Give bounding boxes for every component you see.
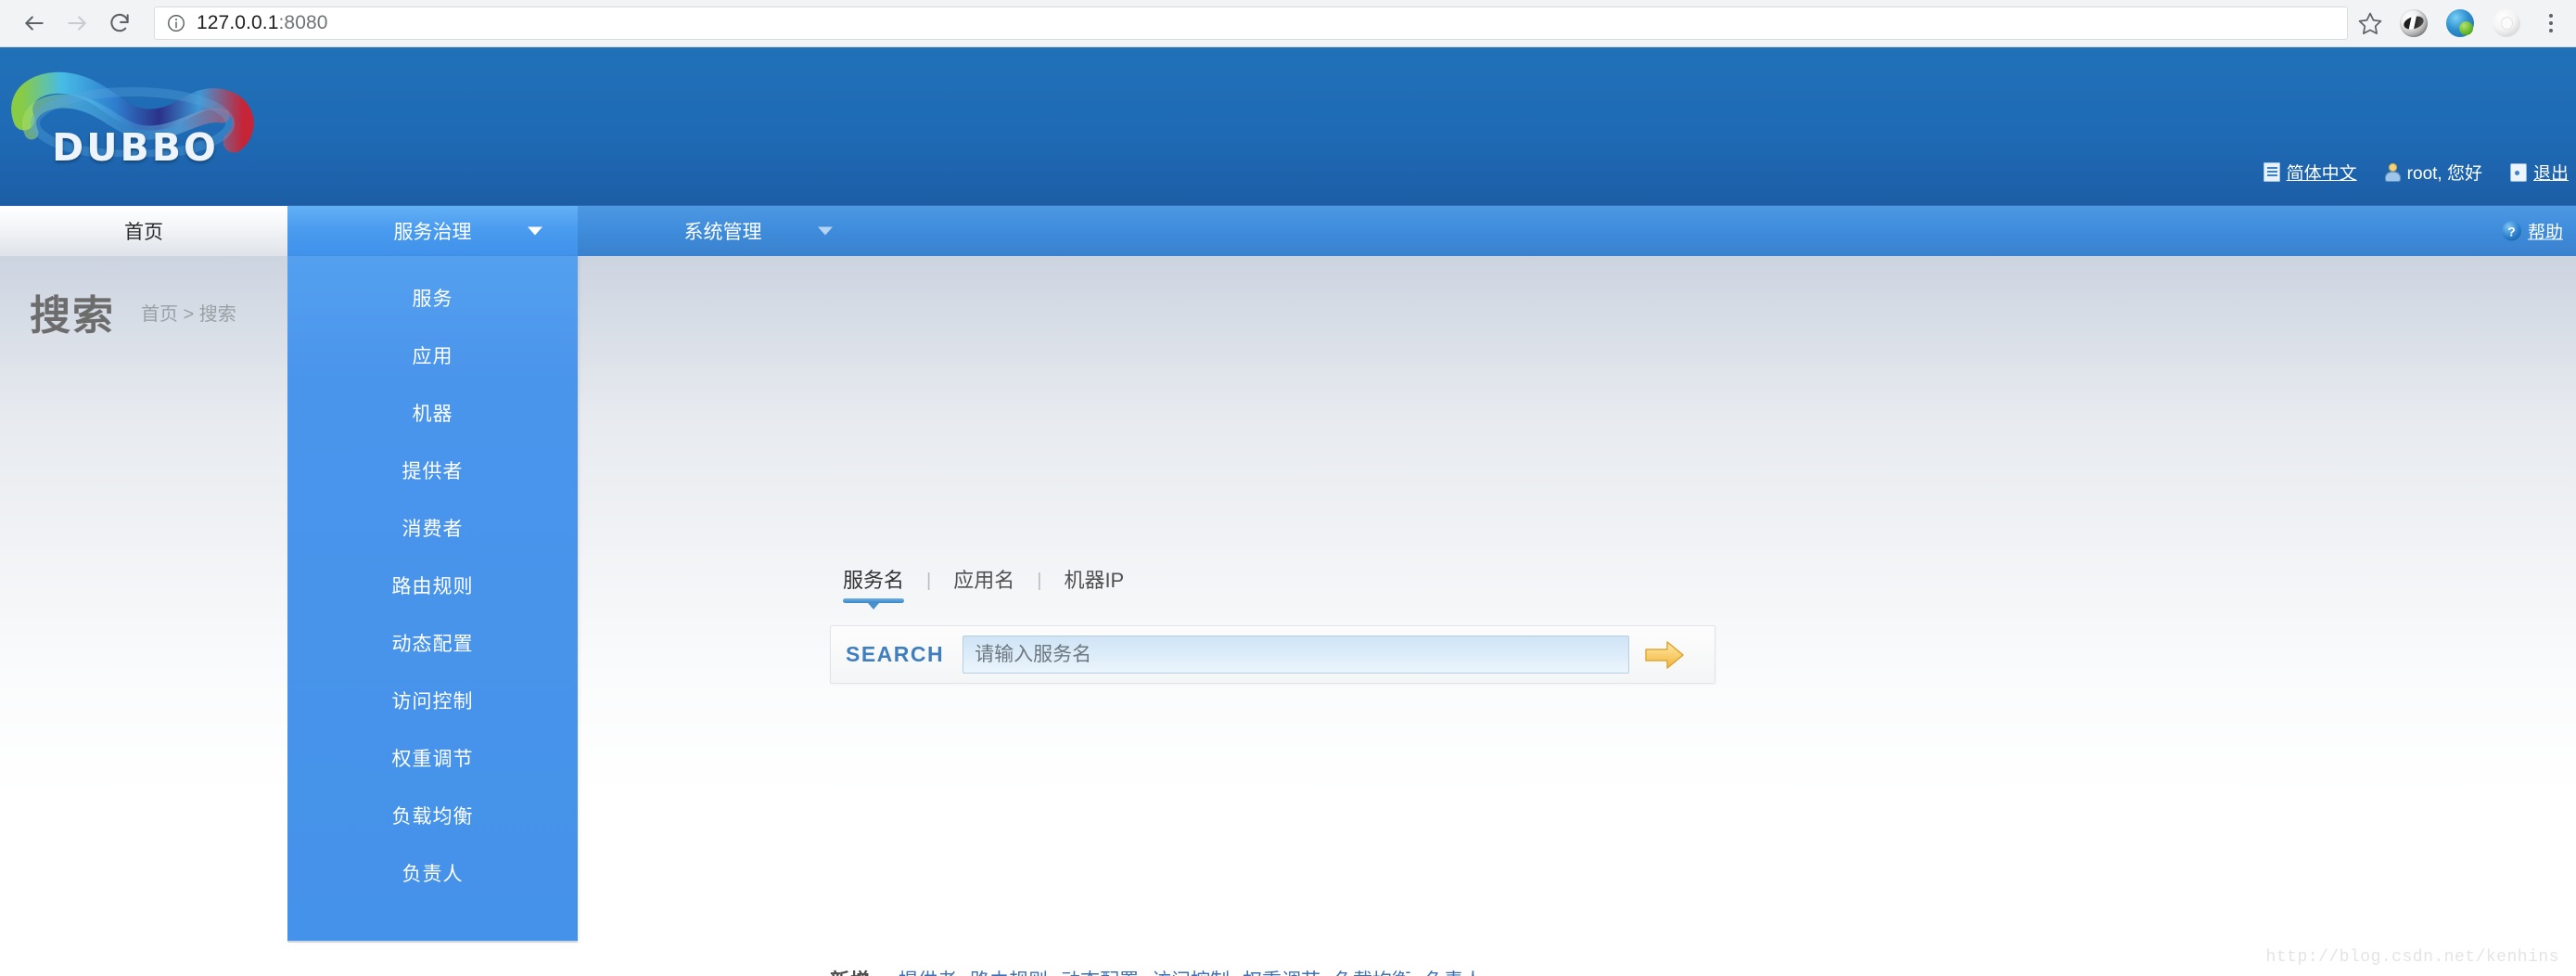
- tab-separator: |: [1037, 571, 1042, 591]
- search-input[interactable]: [963, 636, 1629, 674]
- add-link-routing-rule[interactable]: 路由规则: [970, 966, 1048, 976]
- chevron-down-icon: [818, 226, 833, 236]
- sidebar-item-label: 应用: [412, 346, 453, 367]
- add-link-dynamic-config[interactable]: 动态配置: [1061, 966, 1139, 976]
- reload-button[interactable]: [98, 2, 141, 45]
- sidebar-item-weight-adjust[interactable]: 权重调节: [287, 729, 578, 787]
- sidebar-item-provider[interactable]: 提供者: [287, 442, 578, 499]
- sidebar-item-label: 权重调节: [391, 749, 474, 770]
- tab-machine-ip[interactable]: 机器IP: [1051, 564, 1137, 603]
- page-title-strip: 搜索 首页 > 搜索: [0, 256, 287, 367]
- url-host: 127.0.0.1: [197, 12, 279, 33]
- sidebar-item-label: 服务: [412, 289, 453, 310]
- language-label: 简体中文: [2286, 164, 2357, 184]
- main-navbar: 首页 服务治理 系统管理 ? 帮助: [0, 205, 2576, 256]
- watermark: http://blog.csdn.net/kenhins: [2265, 948, 2559, 967]
- search-label: SEARCH: [846, 642, 945, 666]
- search-submit-button[interactable]: [1629, 625, 1700, 684]
- help-label: 帮助: [2527, 223, 2563, 243]
- help-link[interactable]: ? 帮助: [2501, 219, 2563, 244]
- tab-service-name[interactable]: 服务名: [830, 564, 917, 603]
- sidebar-item-machine[interactable]: 机器: [287, 384, 578, 442]
- search-box: SEARCH: [830, 625, 1715, 684]
- sidebar-item-consumer[interactable]: 消费者: [287, 499, 578, 557]
- extension-icon-2[interactable]: [2446, 9, 2474, 37]
- sidebar-item-application[interactable]: 应用: [287, 327, 578, 384]
- site-header: DUBBO 简体中文 root, 您好 退出: [0, 47, 2576, 205]
- add-link-provider[interactable]: 提供者: [899, 966, 957, 976]
- nav-item-home[interactable]: 首页: [0, 206, 287, 256]
- logout-link[interactable]: 退出: [2509, 160, 2569, 185]
- nav-item-system-management-label: 系统管理: [683, 222, 762, 243]
- forward-button[interactable]: [56, 2, 98, 45]
- dubbo-logo[interactable]: DUBBO: [0, 47, 271, 205]
- sidebar-item-load-balance[interactable]: 负载均衡: [287, 787, 578, 844]
- nav-item-service-governance-label: 服务治理: [393, 222, 472, 243]
- sidebar-item-label: 消费者: [402, 519, 464, 540]
- breadcrumb: 首页 > 搜索: [141, 303, 236, 325]
- browser-toolbar: 127.0.0.1:8080: [0, 0, 2576, 47]
- sidebar-item-label: 负责人: [402, 864, 464, 885]
- question-mark-icon: ?: [2501, 221, 2521, 241]
- nav-item-service-governance[interactable]: 服务治理: [287, 206, 578, 256]
- add-link-load-balance[interactable]: 负载均衡: [1333, 966, 1411, 976]
- address-bar[interactable]: 127.0.0.1:8080: [154, 6, 2348, 40]
- sidebar-item-label: 路由规则: [391, 576, 474, 597]
- user-greeting: root, 您好: [2384, 160, 2482, 185]
- url-text: 127.0.0.1:8080: [197, 12, 328, 34]
- sidebar-item-access-control[interactable]: 访问控制: [287, 672, 578, 729]
- back-button[interactable]: [13, 2, 56, 45]
- tab-application-name[interactable]: 应用名: [940, 564, 1027, 603]
- sidebar-item-label: 负载均衡: [391, 806, 474, 828]
- sidebar-item-owner[interactable]: 负责人: [287, 844, 578, 902]
- add-links-row: 新增: 提供者 路由规则 动态配置 访问控制 权重调节 负载均衡 负责人: [830, 966, 1483, 976]
- add-row-key: 新增:: [830, 966, 878, 976]
- page-body: 搜索 首页 > 搜索 服务 应用 机器 提供者 消费者 路由规则 动态配置 访问…: [0, 256, 2576, 976]
- dubbo-logo-text: DUBBO: [52, 125, 219, 170]
- sidebar-item-service[interactable]: 服务: [287, 269, 578, 327]
- service-governance-dropdown: 服务 应用 机器 提供者 消费者 路由规则 动态配置 访问控制 权重调节 负载均…: [287, 256, 578, 943]
- language-switcher[interactable]: 简体中文: [2263, 160, 2357, 185]
- sidebar-item-routing-rule[interactable]: 路由规则: [287, 557, 578, 614]
- sidebar-item-label: 动态配置: [391, 634, 474, 655]
- search-tabs: 服务名 | 应用名 | 机器IP: [830, 564, 1813, 603]
- user-icon: [2384, 162, 2401, 182]
- tab-separator: |: [926, 571, 932, 591]
- info-circle-icon[interactable]: [166, 13, 186, 33]
- tab-service-name-label: 服务名: [843, 569, 905, 592]
- add-link-owner[interactable]: 负责人: [1424, 966, 1483, 976]
- url-port: :8080: [278, 12, 328, 33]
- tab-machine-ip-label: 机器IP: [1064, 569, 1125, 592]
- page-title: 搜索: [30, 293, 115, 339]
- document-icon: [2263, 162, 2280, 182]
- extension-icon-3[interactable]: [2493, 9, 2520, 37]
- tab-active-underline: [843, 598, 905, 603]
- user-greeting-label: root, 您好: [2406, 164, 2482, 184]
- extension-icon-1[interactable]: [2400, 9, 2428, 37]
- sidebar-item-label: 访问控制: [391, 691, 474, 713]
- nav-item-system-management[interactable]: 系统管理: [578, 206, 868, 256]
- exit-door-icon: [2509, 162, 2527, 182]
- logout-label: 退出: [2532, 164, 2569, 184]
- search-panel: 服务名 | 应用名 | 机器IP SEARCH: [830, 564, 1813, 684]
- add-link-weight-adjust[interactable]: 权重调节: [1243, 966, 1320, 976]
- tab-application-name-label: 应用名: [953, 569, 1015, 592]
- sidebar-item-label: 提供者: [402, 461, 464, 482]
- chevron-down-icon: [528, 226, 542, 236]
- header-user-area: 简体中文 root, 您好 退出: [2263, 160, 2569, 185]
- sidebar-item-dynamic-config[interactable]: 动态配置: [287, 614, 578, 672]
- sidebar-item-label: 机器: [412, 404, 453, 425]
- add-link-access-control[interactable]: 访问控制: [1152, 966, 1230, 976]
- arrow-right-icon: [1645, 640, 1684, 669]
- nav-item-home-label: 首页: [124, 222, 163, 243]
- three-dots-icon[interactable]: [2539, 9, 2563, 37]
- star-icon[interactable]: [2357, 10, 2383, 36]
